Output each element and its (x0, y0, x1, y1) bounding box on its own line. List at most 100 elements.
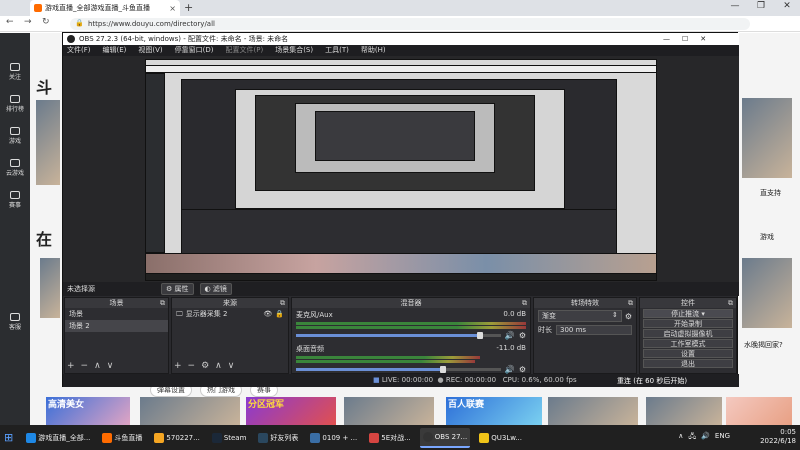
obs-preview-area[interactable] (63, 56, 739, 282)
obs-minimize-button[interactable]: — (663, 33, 670, 45)
dock-popout-icon[interactable]: ⧉ (628, 298, 633, 308)
volume-knob[interactable] (477, 332, 484, 339)
scene-item-selected[interactable]: 场景 2 (65, 320, 168, 332)
taskbar-item[interactable]: 570227... (151, 428, 202, 448)
taskbar-item[interactable]: 0109 + ... (307, 428, 360, 448)
clock[interactable]: 0:05 2022/6/18 (760, 428, 796, 446)
volume-slider[interactable] (296, 332, 501, 339)
menu-scene-collection[interactable]: 场景集合(S) (275, 45, 313, 56)
settings-button[interactable]: 设置 (643, 349, 733, 358)
speaker-icon[interactable]: 🔊 (505, 331, 515, 340)
obs-close-button[interactable]: ✕ (700, 33, 706, 45)
obs-logo-icon (67, 35, 75, 43)
menu-profile[interactable]: 配置文件(P) (226, 45, 264, 56)
banner-card[interactable]: 分区冠军 (246, 397, 336, 425)
banner-card[interactable] (646, 397, 722, 425)
taskbar-item[interactable]: Steam (209, 428, 250, 448)
maximize-button[interactable]: ❐ (752, 1, 770, 11)
url-field[interactable]: https://www.douyu.com/directory/all (70, 18, 750, 30)
taskbar-item[interactable]: 游戏直播_全部... (23, 428, 93, 448)
banner-card[interactable] (548, 397, 638, 425)
dock-popout-icon[interactable]: ⧉ (280, 298, 285, 308)
minimize-button[interactable]: — (726, 1, 744, 11)
refresh-icon[interactable]: ↻ (42, 17, 50, 27)
sources-dock-header: 来源 ⧉ (172, 298, 288, 308)
browser-tab[interactable]: 游戏直播_全部游戏直播_斗鱼直播 × (30, 0, 180, 16)
volume-slider[interactable] (296, 366, 501, 373)
close-button[interactable]: ✕ (778, 1, 796, 11)
back-arrow-icon[interactable]: ← (6, 17, 14, 27)
tab-close-icon[interactable]: × (169, 4, 176, 13)
transition-type-select[interactable]: 渐变 ⇕ (538, 310, 622, 322)
menu-edit[interactable]: 编辑(E) (103, 45, 127, 56)
menu-tools[interactable]: 工具(T) (325, 45, 349, 56)
taskbar-item[interactable]: QU3Lw... (476, 428, 525, 448)
obs-window-controls: — ☐ ✕ (663, 33, 706, 45)
gear-icon[interactable]: ⚙ (625, 312, 632, 321)
language-indicator[interactable]: ENG (715, 432, 730, 443)
banner-card[interactable] (344, 397, 434, 425)
transitions-dock-header: 转场特效 ⧉ (534, 298, 636, 308)
banner-card[interactable] (140, 397, 240, 425)
move-up-icon[interactable]: ∧ (215, 361, 222, 371)
nav-item-game[interactable]: 游戏 (9, 127, 21, 145)
filters-button[interactable]: ◐ 滤镜 (199, 283, 232, 295)
remove-icon[interactable]: − (188, 361, 196, 371)
stop-streaming-button[interactable]: 停止推流 ▾ (643, 309, 733, 318)
source-item[interactable]: 🖵 显示器采集 2 👁 🔒 (172, 308, 288, 320)
start-recording-button[interactable]: 开始录制 (643, 319, 733, 328)
menu-help[interactable]: 帮助(H) (361, 45, 386, 56)
studio-mode-button[interactable]: 工作室模式 (643, 339, 733, 348)
gear-icon[interactable]: ⚙ (519, 365, 526, 374)
taskbar-item[interactable]: 好友列表 (255, 428, 301, 448)
stream-thumbnail[interactable] (742, 98, 792, 178)
stream-thumbnail[interactable] (742, 258, 792, 328)
volume-icon[interactable]: 🔊 (701, 432, 710, 443)
rec-indicator-icon: ● (437, 376, 444, 384)
taskbar-item[interactable]: 斗鱼直播 (99, 428, 145, 448)
move-down-icon[interactable]: ∨ (107, 361, 114, 371)
nav-item-cloud-game[interactable]: 云游戏 (6, 159, 24, 177)
forward-arrow-icon[interactable]: → (24, 17, 32, 27)
taskbar-item[interactable]: 5E对战... (366, 428, 414, 448)
dock-popout-icon[interactable]: ⧉ (160, 298, 165, 308)
add-icon[interactable]: + (174, 361, 182, 371)
network-icon[interactable]: 🖧 (688, 432, 696, 443)
properties-button[interactable]: ⚙ 属性 (161, 283, 194, 295)
chevron-up-icon[interactable]: ∧ (678, 432, 683, 443)
move-down-icon[interactable]: ∨ (228, 361, 235, 371)
move-up-icon[interactable]: ∧ (94, 361, 101, 371)
duration-input[interactable]: 300 ms (556, 325, 632, 335)
eye-icon[interactable]: 👁 (263, 310, 272, 318)
banner-card[interactable] (726, 397, 792, 425)
banner-card[interactable]: 百人联赛 (446, 397, 542, 425)
new-tab-button[interactable]: + (184, 1, 193, 14)
right-caption: 水晚揭回家? (744, 341, 783, 349)
obs-maximize-button[interactable]: ☐ (682, 33, 688, 45)
nav-item-rank[interactable]: 排行榜 (6, 95, 24, 113)
scene-item[interactable]: 场景 (65, 308, 168, 320)
taskbar-item-active[interactable]: OBS 27... (419, 427, 471, 448)
windows-start-icon[interactable]: ⊞ (4, 431, 13, 444)
dock-popout-icon[interactable]: ⧉ (728, 298, 733, 308)
menu-view[interactable]: 视图(V) (138, 45, 162, 56)
banner-card[interactable]: 高清美女 (46, 397, 130, 425)
gear-icon[interactable]: ⚙ (201, 361, 209, 371)
stream-thumbnail[interactable] (36, 100, 60, 185)
remove-icon[interactable]: − (81, 361, 89, 371)
nav-item-follow[interactable]: 关注 (9, 63, 21, 81)
obs-preview-canvas[interactable] (145, 59, 657, 281)
add-icon[interactable]: + (67, 361, 75, 371)
virtual-camera-button[interactable]: 启动虚拟摄像机 (643, 329, 733, 338)
volume-knob[interactable] (440, 366, 447, 373)
gear-icon[interactable]: ⚙ (519, 331, 526, 340)
exit-button[interactable]: 退出 (643, 359, 733, 368)
menu-docks[interactable]: 停靠窗口(D) (175, 45, 214, 56)
stream-thumbnail[interactable] (40, 258, 60, 318)
dock-popout-icon[interactable]: ⧉ (522, 298, 527, 308)
lock-icon[interactable]: 🔒 (275, 310, 284, 318)
nav-item-esports[interactable]: 赛事 (9, 191, 21, 209)
menu-file[interactable]: 文件(F) (67, 45, 91, 56)
nav-item-service[interactable]: 客服 (9, 313, 21, 331)
speaker-icon[interactable]: 🔊 (505, 365, 515, 374)
